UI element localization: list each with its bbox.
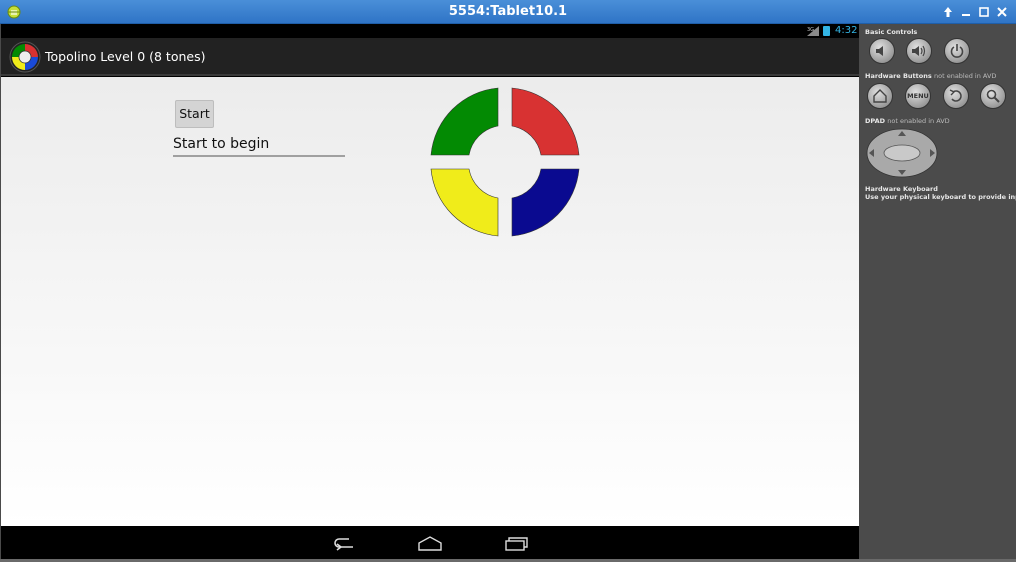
volume-down-icon bbox=[876, 46, 883, 56]
start-button[interactable]: Start bbox=[175, 100, 214, 128]
minimize-icon[interactable] bbox=[958, 3, 974, 21]
back-icon[interactable] bbox=[331, 534, 357, 552]
recent-apps-icon[interactable] bbox=[504, 534, 530, 552]
status-clock: 4:32 bbox=[835, 25, 858, 36]
status-text: Start to begin bbox=[173, 136, 270, 152]
hardware-buttons-label: Hardware Buttons not enabled in AVD bbox=[865, 72, 996, 80]
dpad-note: not enabled in AVD bbox=[887, 117, 950, 125]
dpad-control[interactable] bbox=[866, 128, 938, 178]
dpad-label: DPAD not enabled in AVD bbox=[865, 117, 950, 125]
menu-label: MENU bbox=[907, 92, 929, 100]
dpad-title: DPAD bbox=[865, 117, 885, 125]
red-quadrant-button[interactable] bbox=[511, 87, 580, 156]
yellow-quadrant-button[interactable] bbox=[430, 168, 499, 237]
basic-controls-label: Basic Controls bbox=[865, 28, 918, 36]
blue-quadrant-button[interactable] bbox=[511, 168, 580, 237]
window-title: 5554:Tablet10.1 bbox=[448, 4, 568, 19]
hw-search-button[interactable] bbox=[980, 83, 1006, 109]
close-icon[interactable] bbox=[994, 3, 1010, 21]
battery-icon bbox=[823, 26, 830, 36]
simon-ring bbox=[430, 87, 580, 237]
hardware-buttons-note: not enabled in AVD bbox=[933, 72, 997, 80]
volume-down-button[interactable] bbox=[869, 38, 895, 64]
action-bar: Topolino Level 0 (8 tones) bbox=[1, 38, 859, 76]
signal-icon: 3G bbox=[807, 26, 819, 36]
keyboard-note: Use your physical keyboard to provide in… bbox=[865, 193, 1016, 201]
hw-back-button[interactable] bbox=[943, 83, 969, 109]
volume-up-button[interactable] bbox=[906, 38, 932, 64]
green-quadrant-button[interactable] bbox=[430, 87, 499, 156]
hw-home-button[interactable] bbox=[867, 83, 893, 109]
signal-label: 3G bbox=[807, 27, 814, 33]
emulator-controls-panel: Basic Controls Hardware Buttons not enab… bbox=[860, 24, 1016, 559]
simon-logo-icon[interactable] bbox=[9, 41, 41, 73]
power-button[interactable] bbox=[944, 38, 970, 64]
power-icon bbox=[950, 44, 964, 58]
emulator-screen: 3G 4:32 Topolino Level 0 (8 tones) Start… bbox=[1, 24, 859, 559]
hw-menu-button[interactable]: MENU bbox=[905, 83, 931, 109]
window-titlebar: 5554:Tablet10.1 bbox=[0, 0, 1016, 24]
app-title: Topolino Level 0 (8 tones) bbox=[45, 49, 206, 64]
game-content: Start Start to begin bbox=[1, 77, 859, 526]
search-icon bbox=[986, 89, 1000, 103]
hardware-buttons-title: Hardware Buttons bbox=[865, 72, 932, 80]
home-icon[interactable] bbox=[417, 534, 443, 552]
maximize-icon[interactable] bbox=[976, 3, 992, 21]
up-arrow-icon[interactable] bbox=[940, 3, 956, 21]
navigation-bar bbox=[1, 526, 859, 559]
home-icon bbox=[873, 89, 887, 103]
back-icon bbox=[949, 89, 962, 102]
status-text-field[interactable]: Start to begin bbox=[173, 133, 345, 157]
keyboard-label: Hardware Keyboard bbox=[865, 185, 938, 193]
volume-up-icon bbox=[912, 45, 926, 57]
status-bar: 3G 4:32 bbox=[1, 24, 859, 38]
